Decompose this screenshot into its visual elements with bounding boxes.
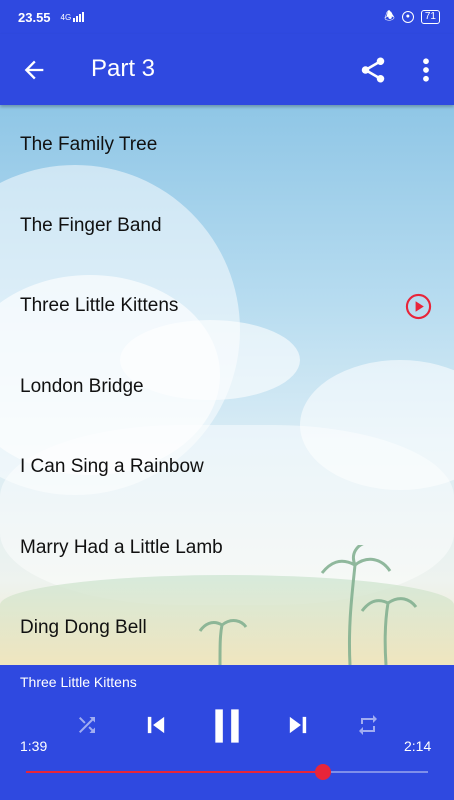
total-time: 2:14: [404, 738, 432, 754]
media-player: Three Little Kittens 1:39 2:14: [0, 665, 454, 800]
signal-icon: 4G: [61, 12, 85, 22]
back-arrow-icon[interactable]: [20, 56, 48, 84]
list-item[interactable]: The Finger Band: [0, 186, 454, 267]
status-time: 23.55: [18, 9, 51, 25]
shuffle-icon[interactable]: [74, 713, 100, 737]
list-item[interactable]: Three Little Kittens: [0, 266, 454, 347]
song-title: I Can Sing a Rainbow: [20, 456, 204, 478]
repeat-icon[interactable]: [354, 713, 382, 737]
song-list-area: The Family Tree The Finger Band Three Li…: [0, 105, 454, 665]
list-item[interactable]: Marry Had a Little Lamb: [0, 508, 454, 589]
status-bar: 23.55 4G 🕭 ● 71: [0, 0, 454, 34]
song-title: Three Little Kittens: [20, 295, 179, 317]
page-title: Part 3: [91, 55, 156, 82]
now-playing-title: Three Little Kittens: [20, 674, 137, 690]
seek-bar-progress: [26, 771, 324, 773]
list-item[interactable]: I Can Sing a Rainbow: [0, 427, 454, 508]
previous-track-icon[interactable]: [142, 710, 170, 740]
vibrate-icon: 🕭: [384, 8, 395, 23]
more-options-icon[interactable]: [416, 55, 436, 85]
song-list: The Family Tree The Finger Band Three Li…: [0, 105, 454, 665]
battery-level: 71: [424, 11, 436, 22]
now-playing-icon: [405, 293, 432, 320]
seek-bar-thumb[interactable]: [315, 764, 332, 780]
share-icon[interactable]: [358, 55, 388, 85]
battery-icon: 71: [420, 10, 440, 24]
app-bar: Part 3: [0, 34, 454, 105]
seek-bar[interactable]: [26, 764, 428, 780]
song-title: Marry Had a Little Lamb: [20, 536, 223, 558]
song-title: The Family Tree: [20, 134, 158, 156]
alarm-icon: ●: [401, 11, 414, 23]
song-title: Ding Dong Bell: [20, 617, 147, 639]
elapsed-time: 1:39: [20, 738, 48, 754]
network-type: 4G: [60, 13, 72, 22]
song-title: The Finger Band: [20, 214, 162, 236]
pause-icon[interactable]: [207, 705, 247, 747]
song-title: London Bridge: [20, 375, 144, 397]
list-item[interactable]: London Bridge: [0, 347, 454, 428]
list-item[interactable]: Ding Dong Bell: [0, 588, 454, 665]
next-track-icon[interactable]: [284, 710, 312, 740]
list-item[interactable]: The Family Tree: [0, 105, 454, 186]
